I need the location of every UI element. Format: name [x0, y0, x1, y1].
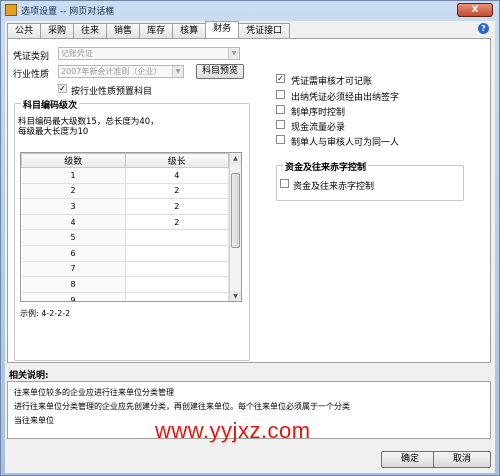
window-title: 选项设置 -- 网页对话框 [21, 6, 115, 17]
tab-sales[interactable]: 销售 [106, 23, 141, 38]
option-checkbox-1[interactable] [276, 90, 285, 99]
level-cell: 1 [21, 167, 126, 184]
tab-accounting[interactable]: 核算 [172, 23, 207, 38]
table-row[interactable]: 14 [21, 167, 229, 184]
length-cell[interactable]: 2 [125, 214, 229, 231]
length-cell[interactable] [125, 292, 229, 301]
coding-level-table: 级数 级长 14 22 32 42 5 6 7 8 9 10 [21, 153, 229, 301]
table-row[interactable]: 42 [21, 214, 229, 231]
notes-title: 相关说明: [9, 371, 49, 381]
coding-level-title: 科目编码级次 [21, 98, 80, 111]
redword-control-checkbox[interactable] [280, 179, 289, 188]
length-cell[interactable]: 2 [125, 198, 229, 215]
option-label-3: 现金流量必录 [291, 123, 346, 133]
option-label-2: 制单序时控制 [291, 108, 346, 118]
table-row[interactable]: 7 [21, 261, 229, 278]
length-cell[interactable]: 2 [125, 183, 229, 200]
level-cell: 2 [21, 183, 126, 200]
option-checkbox-4[interactable] [276, 135, 285, 144]
level-cell: 5 [21, 229, 126, 246]
length-cell[interactable]: 4 [125, 167, 229, 184]
industry-select[interactable]: 2007年新会计准则（企业） ▼ [58, 65, 184, 78]
ok-button[interactable]: 确定 [381, 451, 439, 468]
dialog-client: 公共 采购 往来 销售 库存 核算 财务 凭证接口 ? 凭证类别 记账凭证 ▼ … [5, 21, 495, 473]
level-cell: 8 [21, 276, 126, 293]
table-row[interactable]: 9 [21, 292, 229, 301]
note-line-1: 进行往来单位分类管理的企业应先创建分类，再创建往来单位。每个往来单位必须属于一个… [14, 402, 350, 411]
voucher-type-label: 凭证类别 [13, 52, 50, 62]
option-checkbox-2[interactable] [276, 105, 285, 114]
app-icon [5, 4, 17, 16]
voucher-type-value: 记账凭证 [61, 49, 93, 58]
grid-scrollbar[interactable]: ▲ ▼ [229, 153, 241, 301]
length-cell[interactable] [125, 261, 229, 278]
tab-finance[interactable]: 财务 [205, 21, 240, 38]
cancel-button[interactable]: 取消 [433, 451, 491, 468]
table-row[interactable]: 32 [21, 198, 229, 215]
scroll-down-icon[interactable]: ▼ [230, 291, 241, 301]
table-row[interactable]: 22 [21, 183, 229, 200]
redword-control-title: 资金及往来赤字控制 [283, 160, 369, 173]
length-cell[interactable] [125, 276, 229, 293]
preset-accounts-checkbox[interactable]: ✓ [58, 84, 67, 93]
length-cell[interactable] [125, 229, 229, 246]
table-row[interactable]: 6 [21, 245, 229, 262]
table-row[interactable]: 8 [21, 276, 229, 293]
finance-tab-page: 凭证类别 记账凭证 ▼ 行业性质 2007年新会计准则（企业） ▼ 科目预览 ✓… [7, 38, 491, 363]
level-cell: 7 [21, 261, 126, 278]
scroll-up-icon[interactable]: ▲ [230, 153, 241, 165]
industry-value: 2007年新会计准则（企业） [61, 67, 162, 76]
redword-control-label: 资金及往来赤字控制 [293, 182, 375, 192]
column-header-level[interactable]: 级数 [21, 153, 126, 168]
level-cell: 9 [21, 292, 126, 301]
option-label-4: 制单人与审核人可为同一人 [291, 138, 400, 148]
level-cell: 3 [21, 198, 126, 215]
level-cell: 6 [21, 245, 126, 262]
option-label-0: 凭证需审核才可记账 [291, 77, 373, 87]
chevron-down-icon: ▼ [172, 66, 183, 77]
scrollbar-thumb[interactable] [231, 173, 240, 248]
watermark-text: www.yyjxz.com [155, 418, 311, 443]
help-icon[interactable]: ? [478, 23, 489, 34]
tab-voucher-interface[interactable]: 凭证接口 [238, 23, 291, 38]
length-cell[interactable] [125, 245, 229, 262]
account-preview-button[interactable]: 科目预览 [196, 64, 244, 79]
dialog-window: 选项设置 -- 网页对话框 X 公共 采购 往来 销售 库存 核算 财务 凭证接… [0, 0, 500, 476]
level-cell: 4 [21, 214, 126, 231]
tab-inventory[interactable]: 库存 [139, 23, 174, 38]
tab-common[interactable]: 公共 [7, 23, 42, 38]
option-checkbox-3[interactable] [276, 120, 285, 129]
column-header-length[interactable]: 级长 [124, 153, 229, 168]
option-label-1: 出纳凭证必须经由出纳签字 [291, 93, 400, 103]
chevron-down-icon: ▼ [228, 48, 239, 59]
coding-example: 示例: 4-2-2-2 [20, 309, 71, 318]
title-bar: 选项设置 -- 网页对话框 X [1, 1, 499, 19]
coding-info-line2: 每级最大长度为10 [18, 127, 89, 137]
preset-accounts-label: 按行业性质预置科目 [71, 87, 153, 97]
option-checkbox-0[interactable]: ✓ [276, 74, 285, 83]
industry-label: 行业性质 [13, 70, 50, 80]
tab-contacts[interactable]: 往来 [73, 23, 108, 38]
tab-purchase[interactable]: 采购 [40, 23, 75, 38]
table-row[interactable]: 5 [21, 229, 229, 246]
voucher-type-select[interactable]: 记账凭证 ▼ [58, 47, 240, 60]
close-button[interactable]: X [457, 3, 493, 17]
note-line-0: 往来单位较多的企业应进行往来单位分类管理 [14, 388, 174, 397]
coding-level-grid[interactable]: 级数 级长 14 22 32 42 5 6 7 8 9 10 [20, 152, 242, 302]
tab-bar: 公共 采购 往来 销售 库存 核算 财务 凭证接口 [7, 21, 291, 39]
